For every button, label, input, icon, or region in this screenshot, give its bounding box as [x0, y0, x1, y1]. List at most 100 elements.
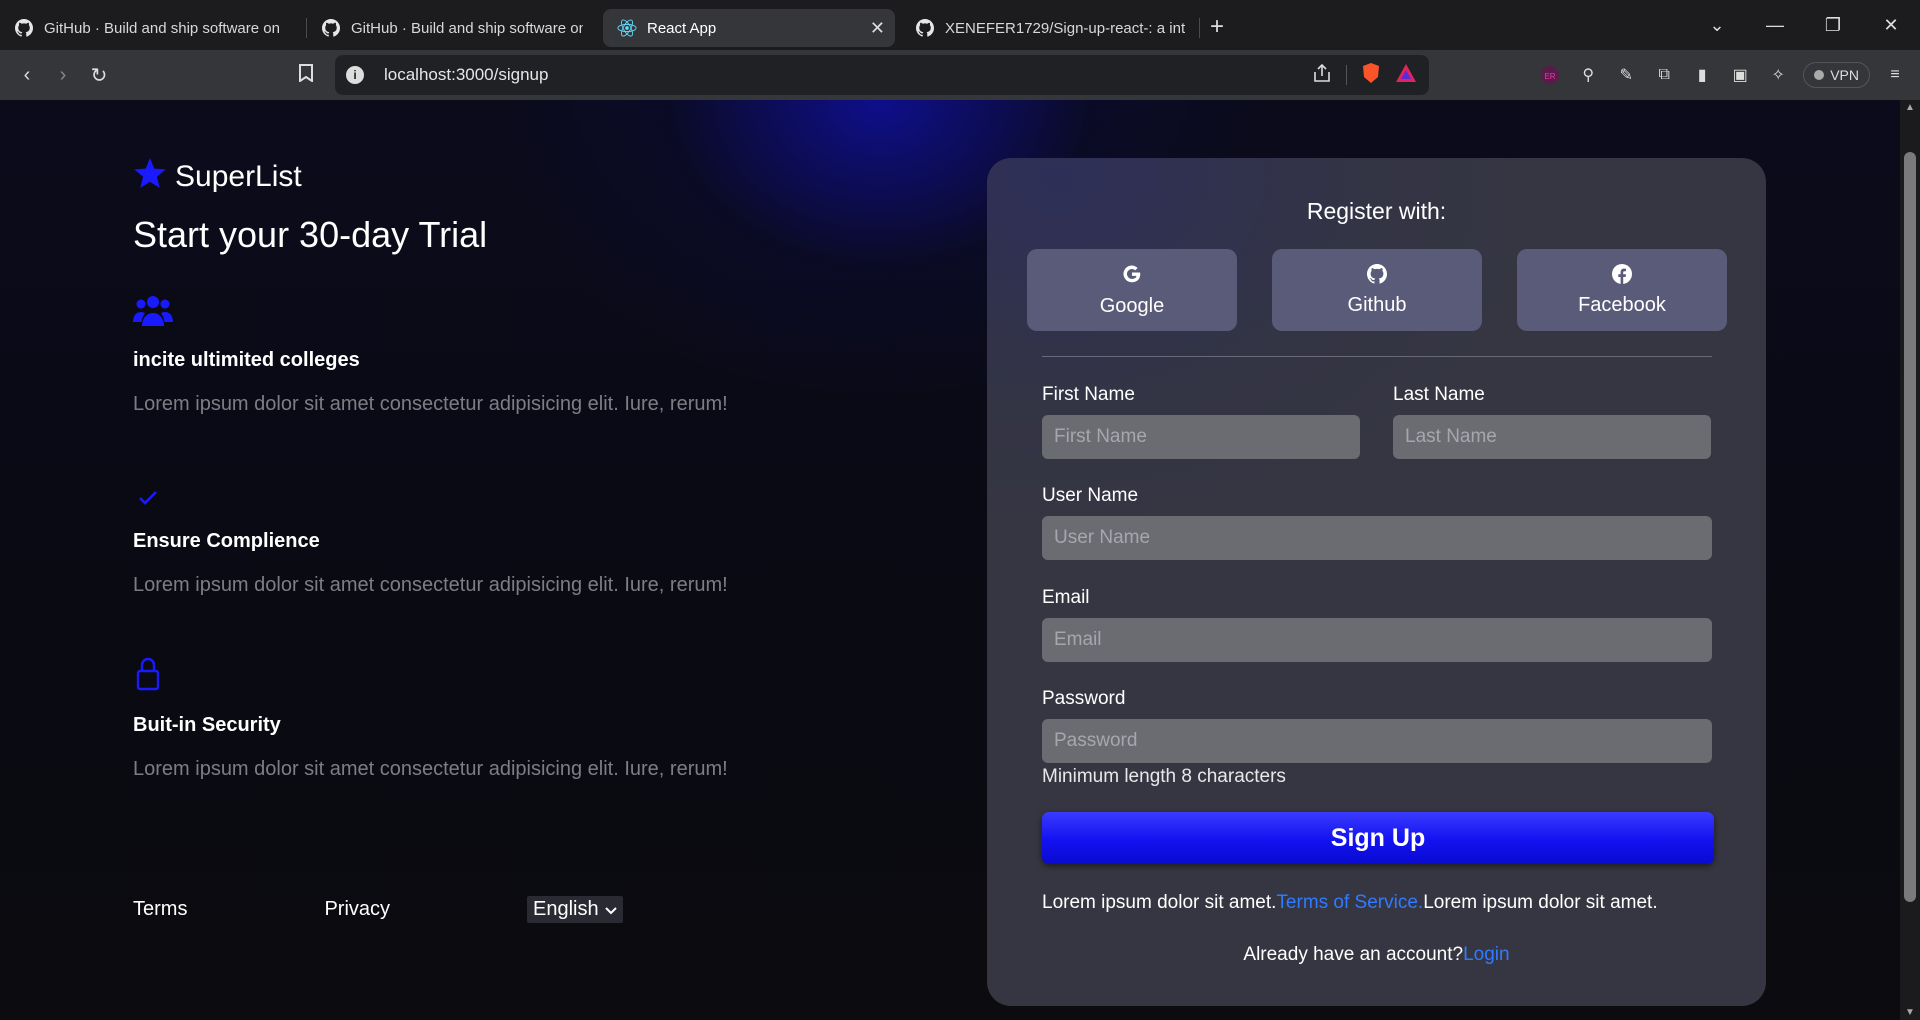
back-icon[interactable]: ‹ — [9, 64, 45, 87]
terms-link[interactable]: Terms — [133, 898, 187, 921]
user-name-label: User Name — [1042, 485, 1139, 506]
facebook-button[interactable]: Facebook — [1517, 249, 1727, 331]
google-button[interactable]: Google — [1027, 249, 1237, 331]
last-name-label: Last Name — [1393, 384, 1485, 405]
reload-icon[interactable]: ↻ — [81, 63, 117, 88]
feature-title: incite ultimited colleges — [133, 349, 360, 371]
user-name-field[interactable] — [1042, 516, 1712, 560]
password-hint: Minimum length 8 characters — [1042, 766, 1286, 787]
tab-title: XENEFER1729/Sign-up-react-: a inte — [945, 19, 1185, 37]
privacy-link[interactable]: Privacy — [324, 898, 390, 921]
brave-rewards-icon[interactable] — [1395, 63, 1417, 88]
email-label: Email — [1042, 587, 1090, 608]
forward-icon[interactable]: › — [45, 64, 81, 87]
last-name-field[interactable] — [1393, 415, 1711, 459]
feature-title: Buit-in Security — [133, 714, 281, 736]
github-icon — [915, 18, 935, 38]
language-value: English — [533, 898, 599, 920]
signup-card: Register with: Google Github Facebook Fi… — [987, 158, 1766, 1006]
tab-github-1[interactable]: GitHub · Build and ship software on — [0, 9, 306, 47]
signup-page: SuperList Start your 30-day Trial incite… — [0, 100, 1900, 1020]
divider — [1042, 356, 1712, 357]
wallet-icon[interactable]: ▣ — [1727, 62, 1753, 88]
browser-toolbar: ‹ › ↻ i localhost:3000/signup ER ⚲ ✎ ⧉ ▮… — [0, 50, 1920, 100]
tab-react-app[interactable]: React App ✕ — [603, 9, 895, 47]
google-icon — [1121, 263, 1143, 291]
window-controls: ⌄ — ❐ ✕ — [1688, 0, 1920, 50]
password-field[interactable] — [1042, 719, 1712, 763]
svg-text:ER: ER — [1545, 72, 1556, 81]
close-icon[interactable]: ✕ — [870, 18, 885, 39]
login-prompt-text: Already have an account? — [1243, 944, 1464, 965]
scroll-down-icon[interactable]: ▼ — [1900, 1007, 1920, 1018]
feature-text: Lorem ipsum dolor sit amet consectetur a… — [133, 574, 728, 596]
github-icon — [321, 18, 341, 38]
terms-of-service-link[interactable]: Terms of Service. — [1276, 892, 1423, 913]
address-bar[interactable]: i localhost:3000/signup — [335, 55, 1429, 95]
brand: SuperList — [133, 158, 302, 195]
github-icon — [1367, 263, 1388, 290]
menu-icon[interactable]: ≡ — [1882, 62, 1908, 88]
url-text: localhost:3000/signup — [384, 65, 549, 84]
extension-pin-icon[interactable]: ⚲ — [1575, 62, 1601, 88]
users-icon — [133, 292, 833, 326]
login-prompt: Already have an account?Login — [987, 944, 1766, 966]
feature-text: Lorem ipsum dolor sit amet consectetur a… — [133, 393, 728, 415]
close-window-icon[interactable]: ✕ — [1862, 15, 1920, 36]
info-icon[interactable]: i — [346, 66, 364, 84]
page-title: Start your 30-day Trial — [133, 214, 488, 255]
vpn-button[interactable]: VPN — [1803, 62, 1870, 88]
divider — [1346, 65, 1347, 85]
feature-text: Lorem ipsum dolor sit amet consectetur a… — [133, 758, 728, 780]
tab-github-repo[interactable]: XENEFER1729/Sign-up-react-: a inte — [901, 9, 1199, 47]
email-field[interactable] — [1042, 618, 1712, 662]
footer: Terms Privacy English — [133, 896, 623, 923]
sign-up-button[interactable]: Sign Up — [1042, 812, 1714, 864]
brand-name: SuperList — [175, 159, 302, 193]
first-name-label: First Name — [1042, 384, 1135, 405]
facebook-icon — [1612, 263, 1632, 290]
page-scrollbar[interactable]: ▲ ▼ — [1900, 100, 1920, 1020]
facebook-label: Facebook — [1578, 293, 1666, 316]
language-select[interactable]: English — [527, 896, 623, 923]
scroll-up-icon[interactable]: ▲ — [1900, 102, 1920, 113]
scroll-thumb[interactable] — [1904, 152, 1916, 902]
leo-ai-icon[interactable]: ✧ — [1765, 62, 1791, 88]
extensions-area: ER ⚲ ✎ ⧉ ▮ ▣ ✧ VPN ≡ — [1537, 50, 1920, 100]
chevron-down-icon — [604, 898, 617, 921]
share-icon[interactable] — [1312, 63, 1332, 88]
star-icon — [133, 158, 167, 195]
new-tab-button[interactable]: + — [1210, 13, 1224, 41]
tab-title: GitHub · Build and ship software on — [351, 19, 583, 37]
google-label: Google — [1099, 294, 1165, 317]
puzzle-icon[interactable]: ⧉ — [1651, 62, 1677, 88]
feature-title: Ensure Complience — [133, 530, 320, 552]
tab-separator — [1199, 18, 1200, 38]
extension-icon[interactable]: ER — [1537, 62, 1563, 88]
lock-icon — [133, 657, 833, 691]
color-picker-icon[interactable]: ✎ — [1613, 62, 1639, 88]
restore-icon[interactable]: ❐ — [1804, 15, 1862, 36]
login-link[interactable]: Login — [1463, 944, 1510, 965]
tab-github-2[interactable]: GitHub · Build and ship software on — [307, 9, 597, 47]
github-label: Github — [1347, 293, 1407, 316]
password-label: Password — [1042, 688, 1126, 709]
react-icon — [617, 18, 637, 38]
github-button[interactable]: Github — [1272, 249, 1482, 331]
sidebar-icon[interactable]: ▮ — [1689, 62, 1715, 88]
feature-item: Buit-in Security Lorem ipsum dolor sit a… — [133, 657, 833, 781]
feature-item: incite ultimited colleges Lorem ipsum do… — [133, 292, 833, 416]
terms-text-after: Lorem ipsum dolor sit amet. — [1423, 892, 1658, 913]
feature-item: Ensure Complience Lorem ipsum dolor sit … — [133, 474, 833, 597]
tab-title: GitHub · Build and ship software on — [44, 19, 280, 37]
minimize-icon[interactable]: — — [1746, 15, 1804, 36]
first-name-field[interactable] — [1042, 415, 1360, 459]
brave-shield-icon[interactable] — [1361, 62, 1381, 89]
vpn-status-dot — [1814, 70, 1825, 80]
check-icon — [133, 474, 833, 508]
tab-search-icon[interactable]: ⌄ — [1688, 15, 1746, 36]
terms-notice: Lorem ipsum dolor sit amet.Terms of Serv… — [1042, 892, 1658, 914]
register-title: Register with: — [1306, 198, 1447, 224]
bookmark-icon[interactable] — [288, 63, 324, 87]
tab-title: React App — [647, 19, 717, 37]
